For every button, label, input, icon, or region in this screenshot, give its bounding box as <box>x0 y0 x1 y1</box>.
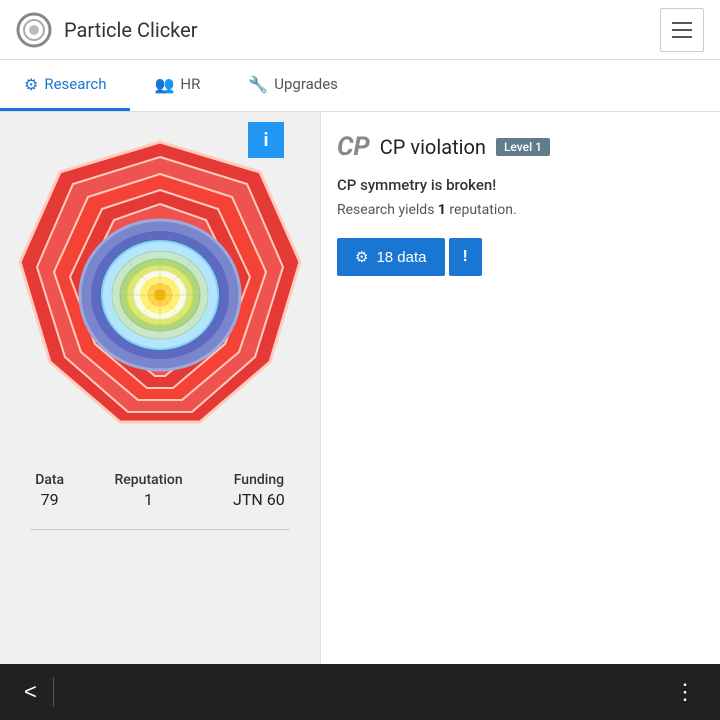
stats-divider <box>30 529 290 530</box>
research-item-title: CP violation <box>380 135 486 159</box>
stat-reputation: Reputation 1 <box>114 472 182 509</box>
app-title: Particle Clicker <box>64 18 198 42</box>
right-panel: CP CP violation Level 1 CP symmetry is b… <box>320 112 720 664</box>
stat-data-value: 79 <box>35 490 64 509</box>
data-button-label: 18 data <box>376 249 426 266</box>
upgrades-tab-icon: 🔧 <box>248 75 268 94</box>
hr-tab-icon: 👥 <box>154 75 174 94</box>
particle-canvas[interactable] <box>10 132 310 452</box>
hamburger-line-2 <box>672 29 692 31</box>
left-panel: i <box>0 112 320 664</box>
back-button[interactable]: < <box>16 671 45 713</box>
level-badge: Level 1 <box>496 138 550 156</box>
stat-reputation-value: 1 <box>114 490 182 509</box>
nav-divider <box>53 677 54 707</box>
research-yield: Research yields 1 reputation. <box>337 202 704 218</box>
menu-button[interactable] <box>660 8 704 52</box>
hr-tab-label: HR <box>180 75 200 93</box>
stat-funding: Funding JTN 60 <box>233 472 285 509</box>
action-buttons: ⚙ 18 data ! <box>337 238 704 276</box>
particle-svg <box>10 132 310 452</box>
data-button[interactable]: ⚙ 18 data <box>337 238 445 276</box>
app-bar-left: Particle Clicker <box>16 12 198 48</box>
tab-hr[interactable]: 👥 HR <box>130 60 224 111</box>
research-description: CP symmetry is broken! <box>337 176 704 194</box>
hamburger-line-1 <box>672 22 692 24</box>
tab-bar: ⚙ Research 👥 HR 🔧 Upgrades <box>0 60 720 112</box>
more-button[interactable]: ⋮ <box>666 671 704 713</box>
yield-unit: reputation. <box>446 202 517 218</box>
stat-funding-value: JTN 60 <box>233 490 285 509</box>
yield-amount: 1 <box>438 202 446 218</box>
stat-funding-label: Funding <box>233 472 285 488</box>
app-icon <box>16 12 52 48</box>
stat-reputation-label: Reputation <box>114 472 182 488</box>
yield-text: Research yields <box>337 202 438 218</box>
alert-button[interactable]: ! <box>449 238 482 276</box>
stat-data: Data 79 <box>35 472 64 509</box>
stat-data-label: Data <box>35 472 64 488</box>
upgrades-tab-label: Upgrades <box>274 75 338 93</box>
hamburger-line-3 <box>672 36 692 38</box>
bottom-bar: < ⋮ <box>0 664 720 720</box>
gear-icon: ⚙ <box>355 248 368 266</box>
research-tab-label: Research <box>44 75 106 93</box>
stats-row: Data 79 Reputation 1 Funding JTN 60 <box>0 452 320 519</box>
main-content: i <box>0 112 720 664</box>
tab-upgrades[interactable]: 🔧 Upgrades <box>224 60 362 111</box>
tab-research[interactable]: ⚙ Research <box>0 60 130 111</box>
research-tab-icon: ⚙ <box>24 75 38 94</box>
cp-violation-icon: CP <box>337 132 370 162</box>
info-button[interactable]: i <box>248 122 284 158</box>
app-bar: Particle Clicker <box>0 0 720 60</box>
research-item-header: CP CP violation Level 1 <box>337 132 704 162</box>
